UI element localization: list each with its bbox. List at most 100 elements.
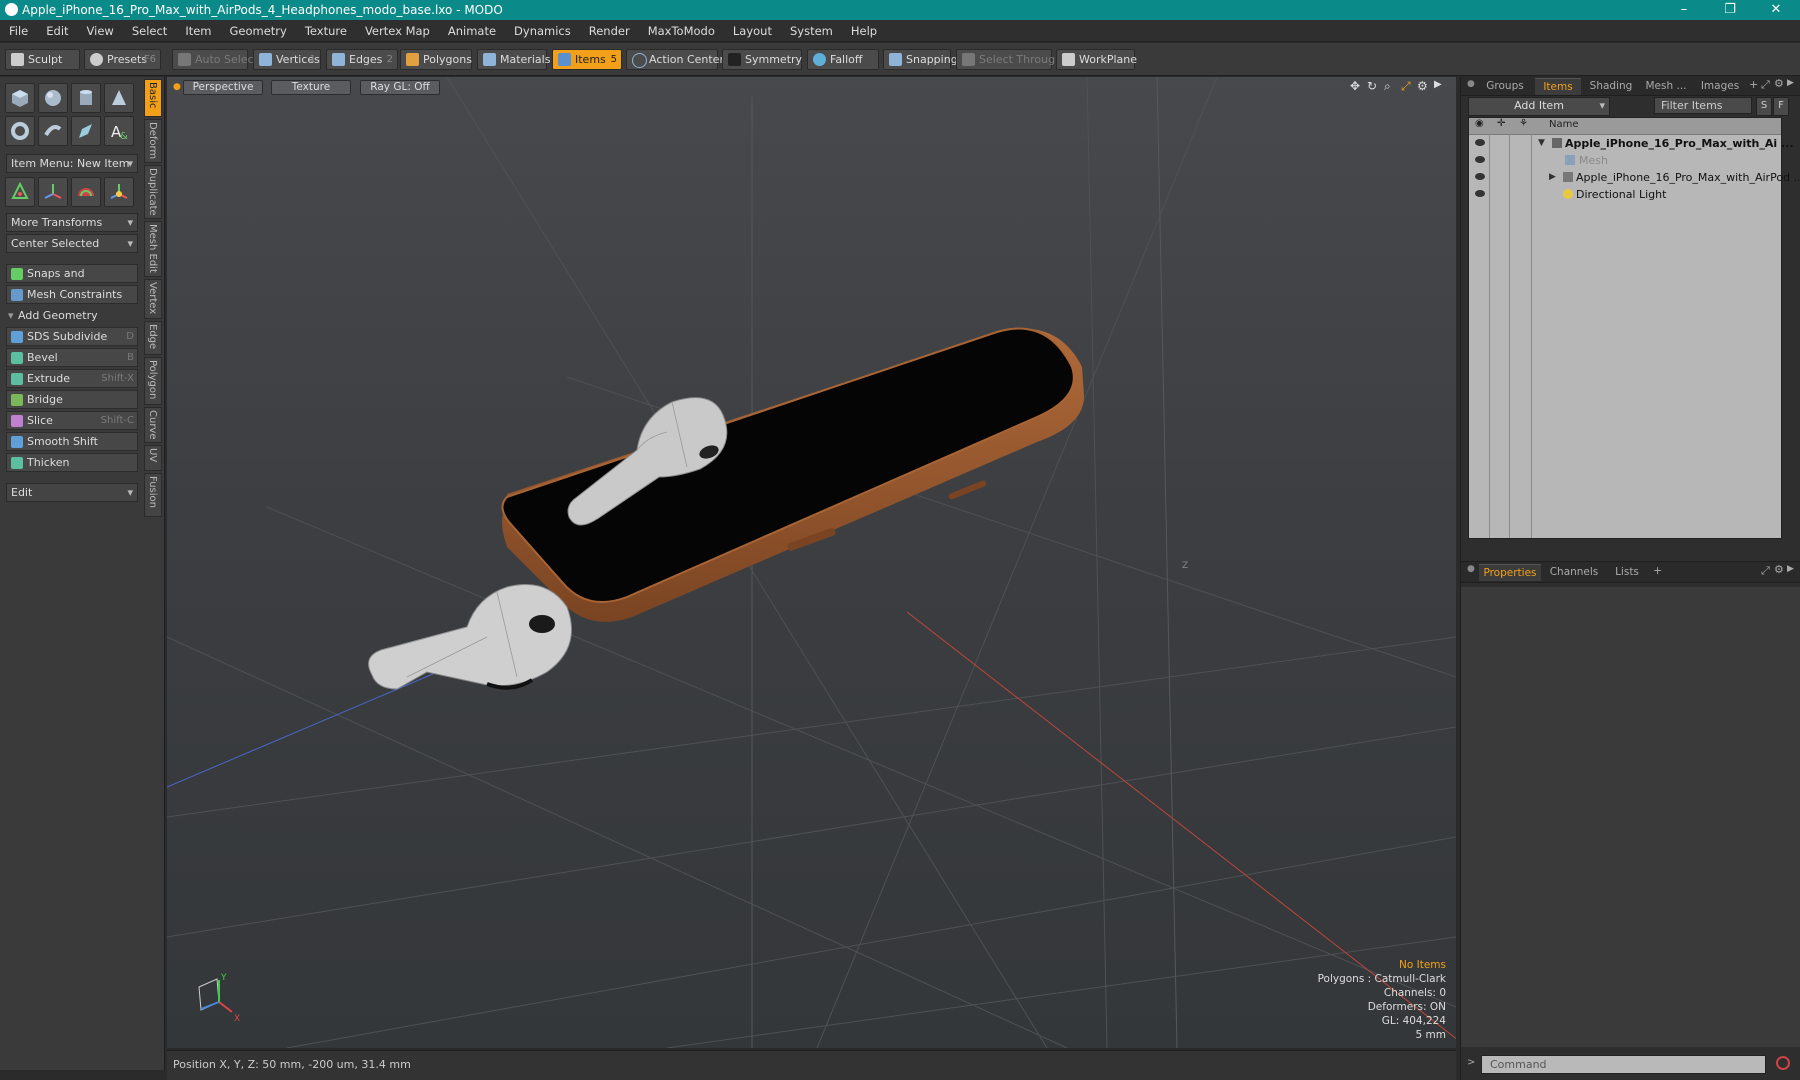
record-icon[interactable] (1776, 1056, 1790, 1070)
snapping-button[interactable]: Snapping (883, 49, 958, 70)
mesh-constraints-button[interactable]: Mesh Constraints (6, 285, 138, 304)
tab-curve[interactable]: Curve (144, 407, 162, 443)
settings-gear-icon[interactable]: ⚙ (1417, 79, 1428, 93)
menu-vertex-map[interactable]: Vertex Map (356, 24, 439, 38)
menu-layout[interactable]: Layout (724, 24, 781, 38)
item-row-light[interactable]: Directional Light (1469, 186, 1781, 203)
visibility-eye-icon[interactable] (1475, 190, 1485, 197)
texture-button[interactable]: Texture (271, 80, 351, 95)
text-tool-button[interactable]: A & (104, 116, 134, 146)
menu-help[interactable]: Help (842, 24, 886, 38)
maximize-panel-icon[interactable]: ⤢ (1761, 564, 1770, 578)
filter-items-input[interactable]: Filter Items (1654, 97, 1752, 114)
menu-render[interactable]: Render (580, 24, 639, 38)
tab-lists[interactable]: Lists (1607, 564, 1647, 580)
action-center-button[interactable]: Action Center (626, 49, 724, 70)
cube-primitive-button[interactable] (5, 83, 35, 113)
add-geometry-header[interactable]: ▾ Add Geometry (6, 307, 138, 325)
tab-basic[interactable]: Basic (144, 79, 162, 117)
raygl-button[interactable]: Ray GL: Off (360, 80, 440, 95)
tab-polygon[interactable]: Polygon (144, 357, 162, 405)
maximize-button[interactable]: ❐ (1710, 0, 1750, 20)
tab-mesh[interactable]: Mesh ... (1641, 78, 1691, 94)
vertices-button[interactable]: Vertices 1 (253, 49, 321, 70)
slice-button[interactable]: Slice Shift-C (6, 411, 138, 430)
item-menu-dropdown[interactable]: Item Menu: New Item (6, 154, 138, 173)
rotate-tool-button[interactable] (38, 177, 68, 207)
expand-arrow-icon[interactable]: ▶ (1549, 169, 1556, 186)
presets-button[interactable]: Presets F6 (84, 49, 161, 70)
item-row-mesh[interactable]: Mesh (1469, 152, 1781, 169)
rotate-view-icon[interactable]: ↻ (1367, 79, 1377, 93)
falloff-button[interactable]: Falloff (807, 49, 879, 70)
tab-channels[interactable]: Channels (1545, 564, 1603, 580)
bevel-button[interactable]: Bevel B (6, 348, 138, 367)
visibility-eye-icon[interactable] (1475, 156, 1485, 163)
thicken-button[interactable]: Thicken (6, 453, 138, 472)
menu-geometry[interactable]: Geometry (221, 24, 296, 38)
command-input[interactable]: Command (1481, 1055, 1766, 1074)
workplane-button[interactable]: WorkPlane (1056, 49, 1137, 70)
smooth-shift-button[interactable]: Smooth Shift (6, 432, 138, 451)
menu-file[interactable]: File (0, 24, 37, 38)
select-through-button[interactable]: Select Through (956, 49, 1062, 70)
panel-menu-icon[interactable]: ● (1467, 564, 1475, 574)
transform-tool-button[interactable] (104, 177, 134, 207)
panel-arrow-icon[interactable]: ▶ (1787, 564, 1794, 574)
tube-primitive-button[interactable] (38, 116, 68, 146)
symmetry-button[interactable]: Symmetry (722, 49, 802, 70)
polygons-button[interactable]: Polygons (400, 49, 472, 70)
tab-vertex[interactable]: Vertex (144, 279, 162, 319)
tab-items[interactable]: Items (1535, 78, 1581, 95)
cone-primitive-button[interactable] (104, 83, 134, 113)
auto-select-button[interactable]: Auto Select (172, 49, 258, 70)
item-row-root[interactable]: ▼ Apple_iPhone_16_Pro_Max_with_Ai ... (1469, 135, 1794, 152)
visibility-eye-icon[interactable] (1475, 139, 1485, 146)
menu-animate[interactable]: Animate (439, 24, 505, 38)
fit-view-icon[interactable]: ⤢ (1401, 79, 1411, 94)
expand-arrow-icon[interactable]: ▶ (1434, 79, 1442, 90)
tab-groups[interactable]: Groups (1479, 78, 1531, 94)
panel-gear-icon[interactable]: ⚙ (1774, 563, 1784, 576)
menu-system[interactable]: System (781, 24, 842, 38)
more-transforms-dropdown[interactable]: More Transforms (6, 213, 138, 232)
menu-select[interactable]: Select (123, 24, 176, 38)
add-tab-button[interactable]: + (1653, 564, 1662, 577)
sculpt-button[interactable]: Sculpt (5, 49, 80, 70)
perspective-button[interactable]: Perspective (183, 80, 263, 95)
panel-arrow-icon[interactable]: ▶ (1787, 78, 1794, 88)
filter-f-button[interactable]: F (1773, 97, 1789, 116)
pan-icon[interactable]: ✥ (1350, 79, 1360, 93)
panel-menu-icon[interactable]: ● (1467, 79, 1475, 89)
filter-s-button[interactable]: S (1756, 97, 1772, 116)
tab-edge[interactable]: Edge (144, 321, 162, 355)
visibility-eye-icon[interactable] (1475, 173, 1485, 180)
tab-deform[interactable]: Deform (144, 119, 162, 163)
expand-arrow-icon[interactable]: ▼ (1538, 135, 1545, 152)
sphere-primitive-button[interactable] (38, 83, 68, 113)
sds-subdivide-button[interactable]: SDS Subdivide D (6, 327, 138, 346)
close-button[interactable]: ✕ (1756, 0, 1796, 20)
maximize-panel-icon[interactable]: ⤢ (1761, 78, 1770, 92)
pen-tool-button[interactable] (71, 116, 101, 146)
items-button[interactable]: Items 5 (552, 49, 622, 70)
edges-button[interactable]: Edges 2 (326, 49, 398, 70)
viewport-menu-icon[interactable]: ● (173, 82, 181, 92)
center-selected-dropdown[interactable]: Center Selected (6, 234, 138, 253)
menu-item[interactable]: Item (176, 24, 220, 38)
menu-maxtomodo[interactable]: MaxToModo (639, 24, 724, 38)
bridge-button[interactable]: Bridge (6, 390, 138, 409)
menu-texture[interactable]: Texture (296, 24, 356, 38)
snaps-precision-button[interactable]: Snaps and Precision (6, 264, 138, 297)
cylinder-primitive-button[interactable] (71, 83, 101, 113)
tab-properties[interactable]: Properties (1479, 564, 1541, 581)
edit-dropdown[interactable]: Edit (6, 483, 138, 502)
tab-fusion[interactable]: Fusion (144, 473, 162, 517)
scale-tool-button[interactable] (71, 177, 101, 207)
materials-button[interactable]: Materials (477, 49, 550, 70)
tab-mesh-edit[interactable]: Mesh Edit (144, 221, 162, 277)
menu-view[interactable]: View (78, 24, 123, 38)
extrude-button[interactable]: Extrude Shift-X (6, 369, 138, 388)
move-tool-button[interactable] (5, 177, 35, 207)
panel-gear-icon[interactable]: ⚙ (1774, 77, 1784, 90)
